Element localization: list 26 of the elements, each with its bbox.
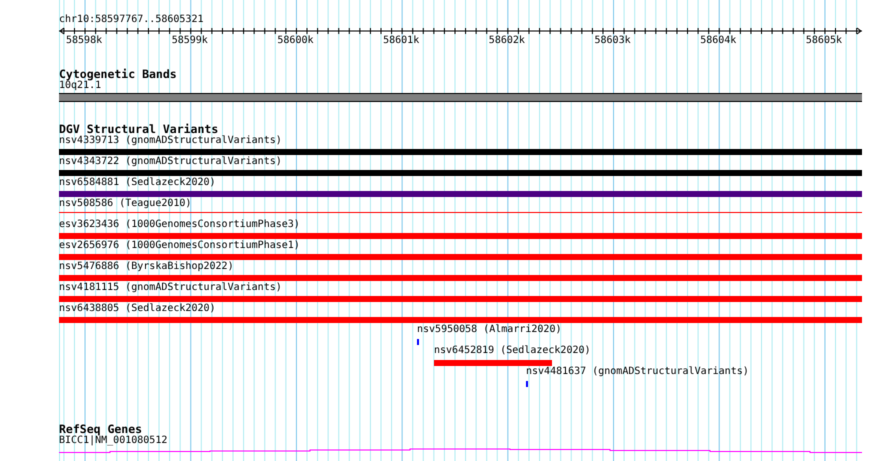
- feature-label: nsv5476886 (ByrskaBishop2022): [59, 261, 234, 273]
- location-text: chr10:58597767..58605321: [59, 14, 204, 26]
- track-title: Cytogenetic Bands: [59, 68, 177, 80]
- axis-label: 58604k: [700, 35, 736, 47]
- axis-label: 58599k: [172, 35, 208, 47]
- feature-label: nsv5950058 (Almarri2020): [417, 324, 562, 336]
- feature-label: nsv4343722 (gnomADStructuralVariants): [59, 156, 282, 168]
- feature-label: nsv6584881 (Sedlazeck2020): [59, 177, 216, 189]
- feature-label: nsv6452819 (Sedlazeck2020): [434, 345, 591, 357]
- feature-label: 10q21.1: [59, 80, 102, 92]
- feature-label: nsv4481637 (gnomADStructuralVariants): [526, 366, 749, 378]
- feature-label: esv2656976 (1000GenomesConsortiumPhase1): [59, 240, 300, 252]
- axis-label: 58603k: [594, 35, 631, 47]
- axis-label: 58601k: [383, 35, 420, 47]
- axis-label: 58598k: [66, 35, 102, 47]
- feature-label: nsv4339713 (gnomADStructuralVariants): [59, 135, 282, 147]
- axis-label: 58602k: [488, 35, 525, 47]
- axis-label: 58605k: [806, 35, 842, 47]
- track-title: RefSeq Genes: [59, 423, 142, 435]
- feature-label: nsv4181115 (gnomADStructuralVariants): [59, 282, 282, 294]
- feature-label: esv3623436 (1000GenomesConsortiumPhase3): [59, 219, 300, 231]
- axis-label: 58600k: [277, 35, 314, 47]
- feature-label: nsv508586 (Teague2010): [59, 198, 192, 210]
- feature-label: BICC1|NM_001080512: [59, 435, 168, 447]
- track-title: DGV Structural Variants: [59, 123, 218, 135]
- feature-label: nsv6438805 (Sedlazeck2020): [59, 303, 216, 315]
